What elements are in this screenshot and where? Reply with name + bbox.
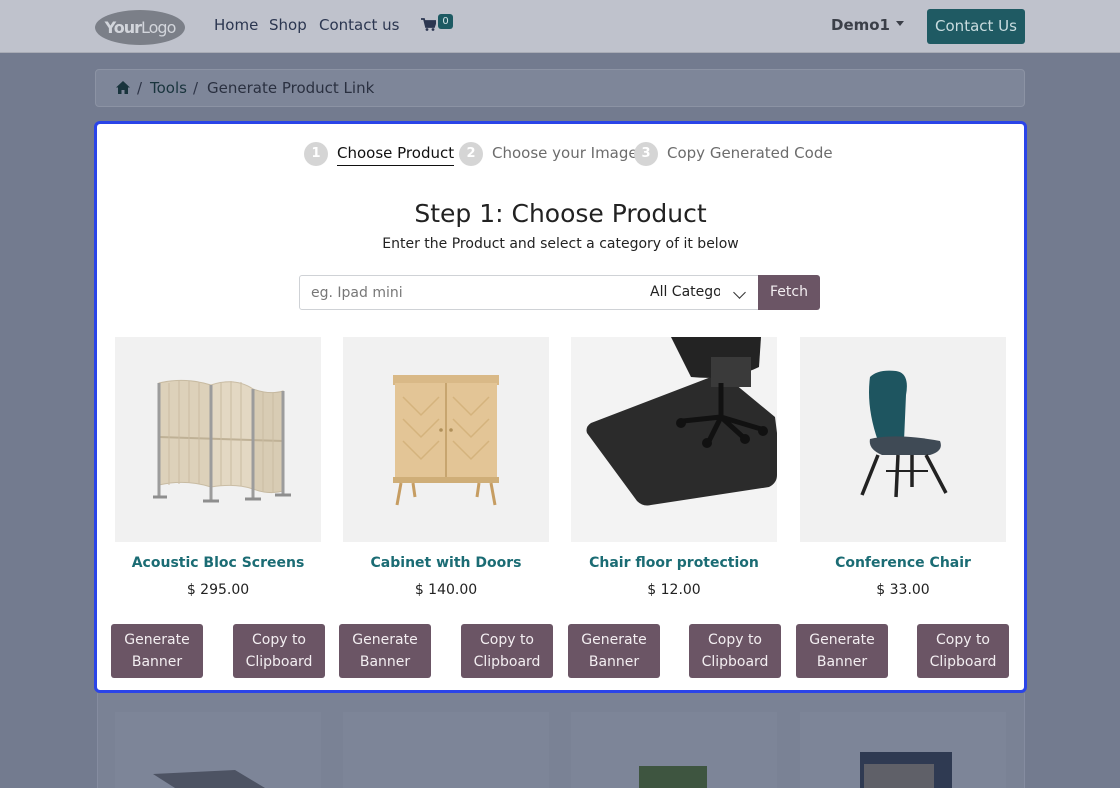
product-image[interactable]: [343, 337, 549, 542]
product-name[interactable]: Conference Chair: [790, 555, 1016, 571]
button-label-line1: Copy to: [707, 632, 763, 648]
product-name[interactable]: Cabinet with Doors: [333, 555, 559, 571]
step-title: Step 1: Choose Product: [414, 199, 707, 228]
generate-banner-button[interactable]: Generate Banner: [111, 624, 203, 678]
fetch-button[interactable]: Fetch: [758, 275, 820, 310]
button-label-line1: Copy to: [479, 632, 535, 648]
desk-silhouette: [153, 770, 265, 788]
generate-banner-button[interactable]: Generate Banner: [796, 624, 888, 678]
button-label-line2: Clipboard: [929, 654, 997, 670]
breadcrumb: / Tools / Generate Product Link: [95, 69, 1025, 107]
nav-shop[interactable]: Shop: [269, 16, 307, 34]
copy-to-clipboard-button[interactable]: Copy to Clipboard: [917, 624, 1009, 678]
button-label-line1: Copy to: [251, 632, 307, 648]
step-label: Copy Generated Code: [667, 144, 833, 162]
drawer-silhouette: [860, 752, 952, 788]
nav-home[interactable]: Home: [214, 16, 258, 34]
product-name[interactable]: Acoustic Bloc Screens: [105, 555, 331, 571]
copy-to-clipboard-button[interactable]: Copy to Clipboard: [461, 624, 553, 678]
breadcrumb-separator: /: [137, 79, 143, 97]
home-icon[interactable]: [116, 81, 130, 94]
nav-contact-us[interactable]: Contact us: [319, 16, 399, 34]
shopping-cart-icon: [421, 18, 436, 31]
logo-text-logo: Logo: [141, 18, 176, 37]
caret-down-icon: [896, 21, 904, 26]
step-label: Choose Product: [337, 144, 455, 166]
button-label-line1: Generate: [809, 632, 875, 648]
product-image[interactable]: [571, 337, 777, 542]
breadcrumb-separator: /: [193, 79, 199, 97]
generate-banner-button[interactable]: Generate Banner: [339, 624, 431, 678]
wooden-cabinet-image: [343, 337, 549, 542]
background-product-card: [571, 712, 777, 788]
floor-mat-image: [571, 337, 777, 542]
step-label: Choose your Image: [492, 144, 638, 162]
product-price: $ 33.00: [876, 582, 930, 598]
button-label-line1: Copy to: [935, 632, 991, 648]
product-name[interactable]: Chair floor protection: [561, 555, 787, 571]
button-label-line1: Generate: [352, 632, 418, 648]
box-silhouette: [639, 766, 707, 788]
background-product-card: [115, 712, 321, 788]
button-label-line2: Banner: [359, 654, 411, 670]
step-subtitle: Enter the Product and select a category …: [382, 236, 739, 252]
step-number: 3: [634, 142, 658, 166]
site-logo[interactable]: YourLogo: [95, 10, 185, 45]
button-label-line1: Generate: [581, 632, 647, 648]
cart-button[interactable]: 0: [421, 14, 455, 36]
breadcrumb-tools[interactable]: Tools: [150, 79, 187, 97]
product-image[interactable]: [115, 337, 321, 542]
generate-product-link-dialog: 1 Choose Product 2 Choose your Image 3 C…: [94, 121, 1027, 693]
product-price: $ 140.00: [414, 582, 478, 598]
button-label-line1: Generate: [124, 632, 190, 648]
copy-to-clipboard-button[interactable]: Copy to Clipboard: [689, 624, 781, 678]
contact-us-button[interactable]: Contact Us: [927, 9, 1025, 44]
step-number: 2: [459, 142, 483, 166]
top-navbar: YourLogo Home Shop Contact us 0 Demo1 Co…: [0, 0, 1120, 53]
category-select[interactable]: All Categories: [639, 275, 759, 310]
logo-text-your: Your: [104, 18, 142, 37]
copy-to-clipboard-button[interactable]: Copy to Clipboard: [233, 624, 325, 678]
product-price: $ 295.00: [186, 582, 250, 598]
button-label-line2: Banner: [588, 654, 640, 670]
product-image[interactable]: [800, 337, 1006, 542]
product-search-input[interactable]: [299, 275, 640, 310]
button-label-line2: Clipboard: [701, 654, 769, 670]
teal-chair-image: [800, 337, 1006, 542]
cart-count-badge: 0: [438, 14, 453, 29]
breadcrumb-current: Generate Product Link: [207, 79, 375, 97]
acoustic-screens-image: [115, 337, 321, 542]
button-label-line2: Banner: [131, 654, 183, 670]
step-number: 1: [304, 142, 328, 166]
button-label-line2: Banner: [816, 654, 868, 670]
button-label-line2: Clipboard: [245, 654, 313, 670]
user-name: Demo1: [831, 16, 890, 34]
background-product-card: [343, 712, 549, 788]
button-label-line2: Clipboard: [473, 654, 541, 670]
background-product-card: [800, 712, 1006, 788]
product-price: $ 12.00: [647, 582, 701, 598]
user-menu-dropdown[interactable]: Demo1: [831, 16, 904, 34]
generate-banner-button[interactable]: Generate Banner: [568, 624, 660, 678]
